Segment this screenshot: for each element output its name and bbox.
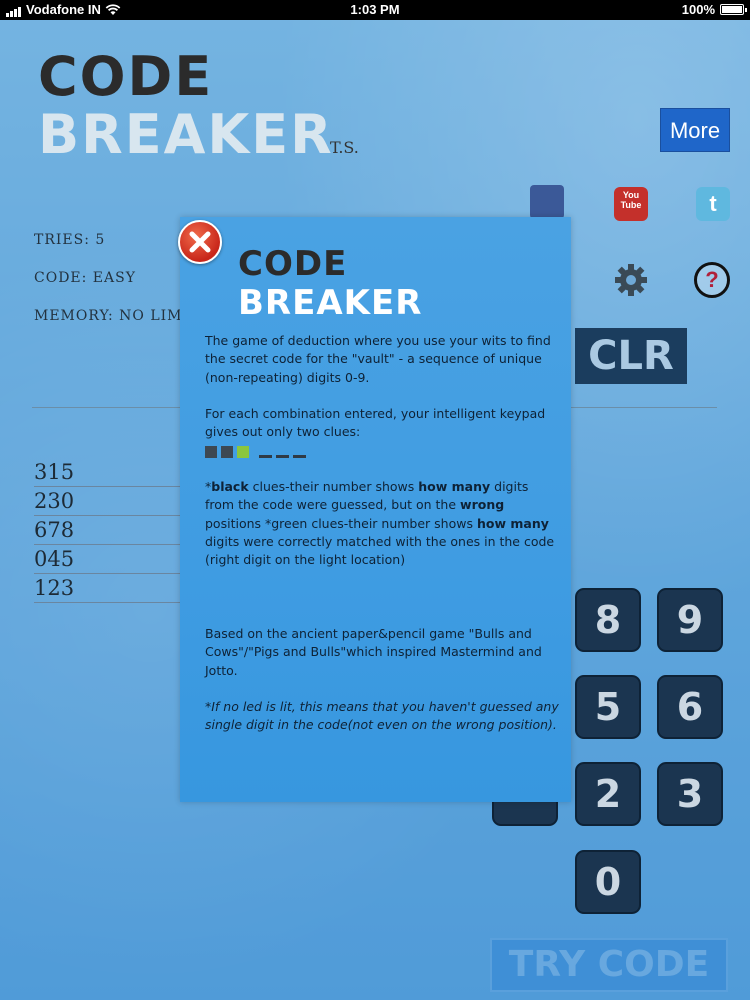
key-2[interactable]: 2	[575, 762, 641, 826]
battery-icon	[720, 4, 747, 15]
key-0[interactable]: 0	[575, 850, 641, 914]
close-modal-button[interactable]	[178, 220, 222, 264]
key-3[interactable]: 3	[657, 762, 723, 826]
clock: 1:03 PM	[350, 2, 400, 17]
logo-breaker-text: BREAKER	[38, 103, 334, 166]
modal-clues-intro: For each combination entered, your intel…	[205, 406, 546, 440]
memory-label: MEMORY: NO LIM	[34, 308, 183, 324]
help-icon[interactable]: ?	[694, 262, 730, 298]
black-clue-icon	[205, 446, 217, 458]
modal-intro-text: The game of deduction where you use your…	[205, 333, 551, 385]
status-right: 100%	[681, 2, 747, 17]
key-5[interactable]: 5	[575, 675, 641, 739]
code-level-label: CODE: EASY	[34, 270, 136, 286]
try-code-button[interactable]: TRY CODE	[490, 938, 728, 992]
guess-row: 315	[34, 458, 184, 487]
tries-label: TRIES: 5	[34, 232, 106, 248]
modal-title-code: CODE	[238, 244, 348, 284]
modal-origin-text: Based on the ancient paper&pencil game "…	[205, 626, 542, 678]
more-button[interactable]: More	[660, 108, 730, 152]
guess-row: 678	[34, 516, 184, 545]
logo-code-text: CODE	[38, 45, 214, 108]
logo-ts-text: T.S.	[330, 138, 359, 157]
youtube-icon[interactable]: You Tube	[614, 187, 648, 221]
key-9[interactable]: 9	[657, 588, 723, 652]
key-6[interactable]: 6	[657, 675, 723, 739]
empty-clue-icon	[259, 454, 272, 458]
key-8[interactable]: 8	[575, 588, 641, 652]
empty-clue-icon	[293, 454, 306, 458]
empty-clue-icon	[276, 454, 289, 458]
modal-clues-explanation: *black clues-their number shows how many…	[205, 479, 555, 568]
modal-title-breaker: BREAKER	[238, 283, 423, 323]
settings-gear-icon[interactable]	[613, 262, 649, 298]
guess-row: 230	[34, 487, 184, 516]
battery-percent: 100%	[681, 2, 715, 17]
modal-note-text: *If no led is lit, this means that you h…	[205, 699, 559, 733]
guess-row: 123	[34, 574, 184, 603]
status-bar: Vodafone IN 1:03 PM 100%	[0, 0, 750, 20]
facebook-icon[interactable]	[530, 185, 564, 219]
clear-button[interactable]: CLR	[575, 328, 687, 384]
close-icon	[189, 231, 211, 253]
twitter-icon[interactable]: t	[696, 187, 730, 221]
guess-row: 045	[34, 545, 184, 574]
green-clue-icon	[237, 446, 249, 458]
clue-legend	[205, 446, 306, 458]
black-clue-icon	[221, 446, 233, 458]
